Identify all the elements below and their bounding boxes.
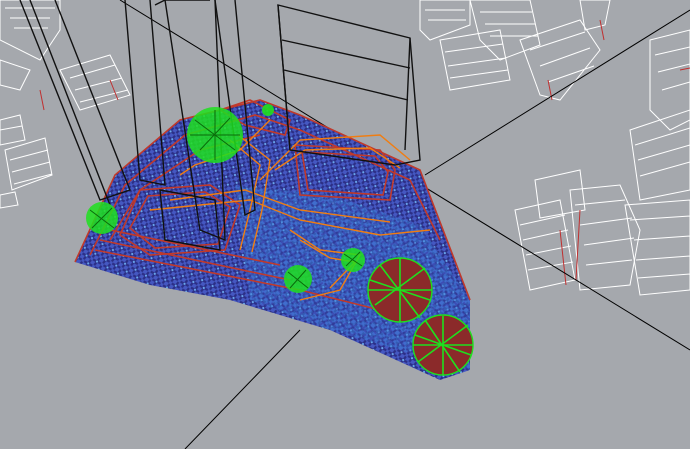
viewport-canvas[interactable] (0, 0, 690, 449)
tree[interactable] (187, 107, 243, 163)
tree[interactable] (262, 104, 274, 116)
tree[interactable] (341, 248, 365, 272)
tree-large[interactable] (412, 314, 474, 376)
paving[interactable] (75, 100, 470, 380)
tree[interactable] (284, 265, 312, 293)
tree-large[interactable] (367, 257, 433, 323)
3d-viewport[interactable] (0, 0, 690, 449)
tree[interactable] (86, 202, 118, 234)
